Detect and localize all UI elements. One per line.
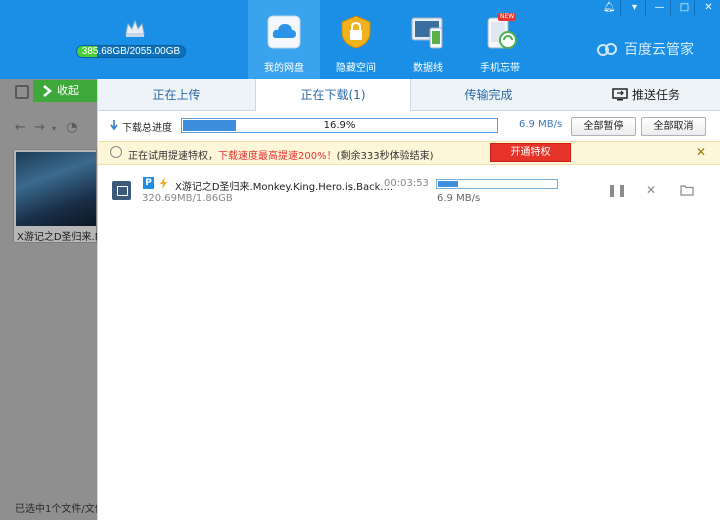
banner-text-highlight: 下载速度最高提速200%！ (218, 151, 337, 162)
nav-my-disk[interactable]: 我的网盘 (248, 0, 320, 79)
cancel-all-button[interactable]: 全部取消 (641, 117, 706, 136)
menu-icon[interactable]: ▾ (620, 0, 648, 16)
bell-icon[interactable]: 🔔︎ (595, 0, 623, 16)
total-progress-label: 下载总进度 (122, 123, 172, 134)
folder-icon[interactable] (680, 183, 694, 197)
forward-icon[interactable]: → (34, 120, 45, 135)
video-file-icon (112, 181, 131, 200)
nav-toolbar: ← → ▾ ◔ (15, 120, 95, 136)
nav-label: 手机忘带 (480, 63, 520, 74)
storage-meter: 385.68GB/2055.00GB (76, 45, 186, 58)
back-icon[interactable]: ← (15, 120, 26, 135)
p2p-badge-icon: P (143, 177, 154, 189)
new-badge: NEW (498, 13, 517, 21)
nav-hidden-space[interactable]: 隐藏空间 (320, 0, 392, 79)
tab-completed[interactable]: 传输完成 (411, 79, 566, 111)
download-size: 320.69MB/1.86GB (142, 193, 233, 204)
download-file-name: X游记之D圣归来.Monkey.King.Hero.is.Back.... (175, 182, 394, 193)
tab-uploading[interactable]: 正在上传 (98, 79, 255, 111)
dropdown-icon[interactable]: ▾ (52, 124, 56, 133)
minimize-icon[interactable]: — (645, 0, 673, 16)
transfer-panel: 正在上传 正在下载(1) 传输完成 推送任务 下载总进度 16.9% 6.9 M… (97, 79, 720, 520)
file-browser-panel (0, 79, 97, 520)
video-thumbnail-image (16, 152, 96, 226)
top-header: 385.68GB/2055.00GB 我的网盘 隐藏空间 数据线 NEW 手机忘… (0, 0, 720, 79)
thumbnail-name: X游记之D圣归来.M (17, 232, 97, 242)
pause-all-button[interactable]: 全部暂停 (571, 117, 636, 136)
collapse-label: 收起 (57, 84, 79, 97)
download-time-left: 00:03:53 (384, 178, 429, 189)
total-speed: 6.9 MB/s (519, 119, 563, 130)
tab-downloading[interactable]: 正在下载(1) (255, 79, 411, 112)
chevron-right-icon (43, 85, 52, 97)
baidu-cloud-logo-icon (597, 43, 617, 56)
transfer-tabs: 正在上传 正在下载(1) 传输完成 推送任务 (98, 79, 720, 112)
gauge-icon[interactable]: ◔ (66, 120, 77, 135)
cancel-icon[interactable]: ✕ (644, 183, 658, 197)
close-icon[interactable]: ✕ (694, 145, 708, 159)
banner-text-prefix: 正在试用提速特权， (128, 151, 218, 162)
tab-label: 推送任务 (632, 88, 681, 102)
nav-label: 数据线 (413, 63, 443, 74)
close-icon[interactable]: ✕ (694, 0, 720, 16)
download-arrow-icon (110, 120, 118, 130)
lightning-icon (160, 177, 167, 189)
push-monitor-icon (612, 88, 628, 101)
download-progress-bar (436, 179, 558, 189)
brand-name: 百度云管家 (624, 42, 694, 58)
nav-label: 我的网盘 (264, 63, 304, 74)
upload-icon[interactable] (15, 85, 29, 99)
storage-text: 385.68GB/2055.00GB (81, 46, 181, 57)
download-progress-fill (438, 181, 458, 187)
cloud-icon (267, 15, 301, 49)
total-progress-percent: 16.9% (323, 120, 356, 131)
nav-label: 隐藏空间 (336, 63, 376, 74)
crown-avatar-icon[interactable] (124, 18, 146, 38)
devices-icon (411, 17, 443, 49)
file-thumbnail[interactable]: X游记之D圣归来.M (13, 149, 97, 243)
nav-data-line[interactable]: 数据线 (392, 0, 464, 79)
banner-message: 正在试用提速特权，下载速度最高提速200%！(剩余333秒体验结束) (128, 147, 433, 162)
tab-push-tasks[interactable]: 推送任务 (566, 79, 720, 111)
lock-icon (341, 15, 371, 49)
pause-icon[interactable]: ❚❚ (607, 183, 627, 197)
open-privilege-button[interactable]: 开通特权 (490, 143, 571, 162)
banner-text-suffix: (剩余333秒体验结束) (336, 151, 434, 162)
nav-phone-backup[interactable]: NEW 手机忘带 (464, 0, 536, 79)
download-speed: 6.9 MB/s (437, 193, 481, 204)
total-progress-bar: 16.9% (181, 118, 498, 133)
selection-status: 已选中1个文件/文件 (15, 504, 97, 515)
smiley-icon (110, 146, 122, 158)
